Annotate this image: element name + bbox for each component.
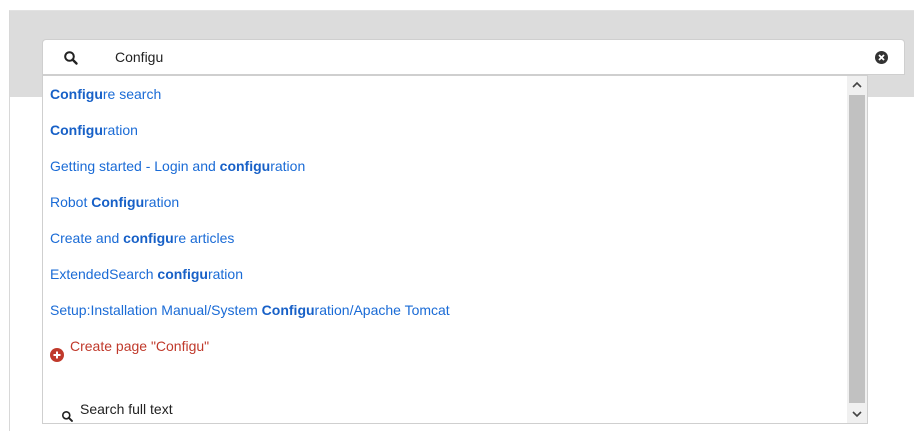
suggestion-list: Configure search Configuration Getting s…	[43, 76, 848, 364]
search-full-text-label: Search full text	[80, 401, 173, 417]
scrollbar-thumb[interactable]	[849, 95, 865, 403]
autocomplete-dropdown: Configure search Configuration Getting s…	[42, 75, 868, 424]
search-full-text-link[interactable]: Search full text	[43, 394, 173, 423]
suggestion-item[interactable]: Setup:Installation Manual/System Configu…	[43, 292, 848, 328]
suggestion-item[interactable]: ExtendedSearch configuration	[43, 256, 848, 292]
create-page-label: Create page "Configu"	[70, 338, 210, 354]
suggestion-item[interactable]: Getting started - Login and configuratio…	[43, 148, 848, 184]
suggestion-item[interactable]: Create and configure articles	[43, 220, 848, 256]
search-icon	[61, 403, 74, 422]
search-box[interactable]	[42, 39, 905, 75]
scrollbar[interactable]	[847, 76, 867, 423]
search-icon	[63, 50, 79, 66]
search-input[interactable]	[115, 46, 815, 68]
suggestion-item[interactable]: Configure search	[43, 76, 848, 112]
scroll-down-arrow-icon[interactable]	[847, 406, 867, 423]
scroll-up-arrow-icon[interactable]	[847, 76, 867, 93]
create-page-link[interactable]: Create page "Configu"	[43, 328, 848, 364]
clear-icon[interactable]	[875, 51, 888, 64]
suggestion-item[interactable]: Configuration	[43, 112, 848, 148]
suggestion-item[interactable]: Robot Configuration	[43, 184, 848, 220]
plus-circle-icon	[50, 339, 64, 362]
